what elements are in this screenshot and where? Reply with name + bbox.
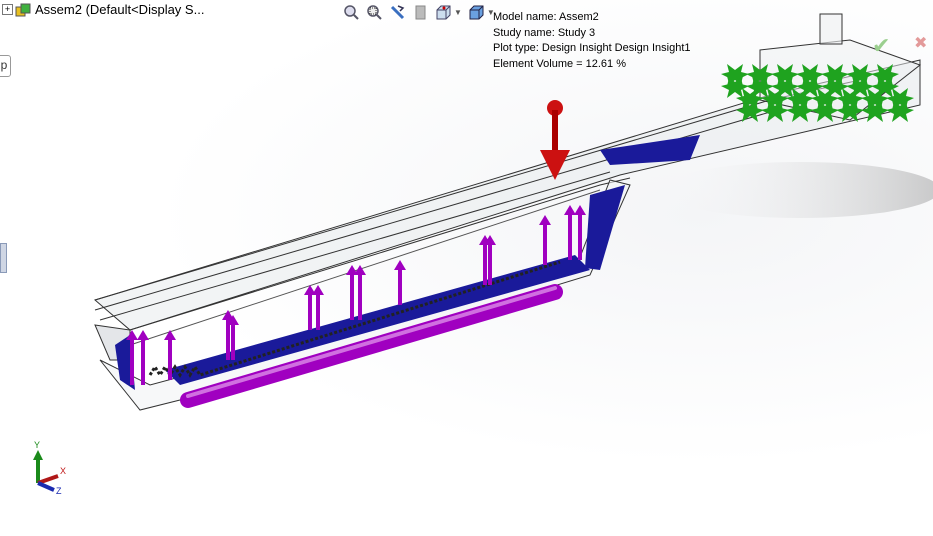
- study-name: Study name: Study 3: [493, 26, 596, 39]
- expand-icon[interactable]: +: [2, 4, 13, 15]
- load-arrow: [394, 260, 406, 305]
- display-style-icon[interactable]: [468, 4, 485, 21]
- close-icon[interactable]: ✖: [914, 33, 927, 53]
- assembly-name: Assem2 (Default<Display S...: [35, 2, 205, 17]
- triad-z-label: Z: [56, 486, 62, 496]
- feature-tree-root[interactable]: + Assem2 (Default<Display S...: [2, 2, 204, 17]
- cylinder-load: [180, 284, 563, 408]
- triad-y-label: Y: [34, 440, 40, 450]
- view-orientation-icon[interactable]: [435, 4, 452, 21]
- chevron-down-icon[interactable]: ▼: [454, 8, 462, 17]
- plot-info-legend: Model name: Assem2 Study name: Study 3 P…: [493, 10, 691, 72]
- panel-tab[interactable]: p: [0, 55, 11, 77]
- reference-triad: Y X Z: [33, 440, 66, 496]
- element-volume: Element Volume = 12.61 %: [493, 57, 626, 70]
- section-view-icon[interactable]: [412, 4, 429, 21]
- load-arrow: [564, 205, 576, 260]
- assembly-icon: [15, 3, 31, 16]
- graphics-viewport[interactable]: [0, 0, 933, 536]
- zoom-to-area-icon[interactable]: [366, 4, 383, 21]
- load-arrow: [137, 330, 149, 385]
- previous-view-icon[interactable]: [389, 4, 406, 21]
- load-arrow: [354, 265, 366, 320]
- ok-icon[interactable]: ✔: [872, 33, 890, 59]
- floor-shadow: [660, 162, 933, 218]
- model-name: Model name: Assem2: [493, 11, 599, 23]
- load-arrow: [539, 215, 551, 265]
- plot-type: Plot type: Design Insight Design Insight…: [493, 42, 691, 54]
- panel-collapse-handle[interactable]: [0, 243, 7, 273]
- triad-x-label: X: [60, 466, 66, 476]
- zoom-to-fit-icon[interactable]: [343, 4, 360, 21]
- heads-up-toolbar: ▼ ▼: [343, 4, 495, 21]
